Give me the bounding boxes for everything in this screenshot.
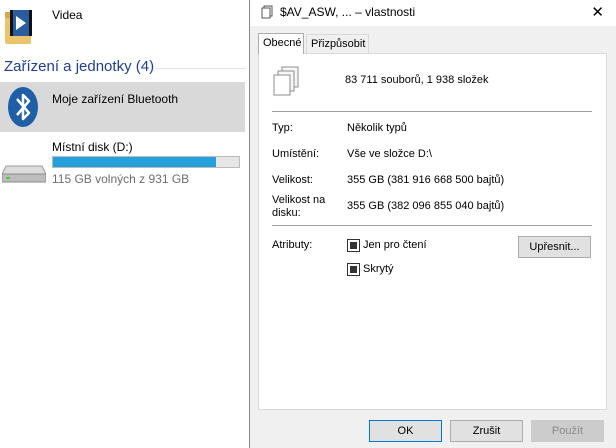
tab-general[interactable]: Obecné [258, 33, 304, 54]
hidden-label[interactable]: Skrytý [363, 263, 394, 275]
dialog-title: $AV_ASW, ... – vlastnosti [280, 5, 416, 19]
ok-button[interactable]: OK [369, 420, 442, 442]
disk-size-value: 355 GB (382 096 855 040 bajtů) [347, 200, 505, 212]
attributes-label: Atributy: [272, 239, 313, 251]
type-value: Několik typů [347, 122, 407, 134]
location-label: Umístění: [272, 148, 320, 160]
disk-free-text: 115 GB volných z 931 GB [52, 172, 190, 186]
hard-drive-icon [2, 165, 46, 183]
folder-item-videa[interactable]: Videa [4, 4, 244, 48]
group-header-devices[interactable]: Zařízení a jednotky (4) [4, 58, 154, 75]
hidden-checkbox[interactable] [347, 263, 360, 276]
tab-customize[interactable]: Přizpůsobit [306, 34, 369, 53]
bluetooth-device-item[interactable]: Moje zařízení Bluetooth [0, 82, 245, 132]
disk-name: Místní disk (D:) [52, 140, 133, 154]
advanced-button[interactable]: Upřesnit... [518, 236, 591, 258]
size-value: 355 GB (381 916 668 500 bajtů) [347, 174, 505, 186]
disk-usage-bar [52, 156, 240, 168]
bluetooth-label: Moje zařízení Bluetooth [52, 92, 179, 106]
size-label: Velikost: [272, 174, 313, 186]
group-divider [156, 68, 246, 69]
type-label: Typ: [272, 122, 293, 134]
local-disk-item[interactable]: Místní disk (D:) 115 GB volných z 931 GB [0, 140, 245, 188]
divider [272, 111, 592, 112]
video-folder-icon [5, 10, 32, 44]
folder-label: Videa [52, 8, 83, 22]
disk-usage-fill [53, 157, 216, 167]
file-count-summary: 83 711 souborů, 1 938 složek [345, 74, 489, 86]
general-panel: 83 711 souborů, 1 938 složek Typ: Několi… [258, 53, 607, 410]
disk-size-label-line2: disku: [272, 207, 301, 219]
close-icon[interactable]: ✕ [591, 3, 604, 21]
disk-size-label-line1: Velikost na [272, 194, 326, 206]
properties-dialog: $AV_ASW, ... – vlastnosti ✕ Obecné Přizp… [249, 0, 616, 448]
explorer-pane: Videa Zařízení a jednotky (4) Moje zaříz… [0, 0, 250, 448]
apply-button: Použít [531, 420, 604, 442]
dialog-titlebar[interactable]: $AV_ASW, ... – vlastnosti ✕ [250, 0, 616, 26]
bluetooth-icon [8, 87, 38, 127]
multiple-files-icon [273, 66, 299, 96]
files-icon [261, 5, 273, 19]
location-value: Vše ve složce D:\ [347, 148, 432, 160]
readonly-label[interactable]: Jen pro čtení [363, 239, 427, 251]
divider [272, 225, 592, 226]
readonly-checkbox[interactable] [347, 239, 360, 252]
cancel-button[interactable]: Zrušit [450, 420, 523, 442]
